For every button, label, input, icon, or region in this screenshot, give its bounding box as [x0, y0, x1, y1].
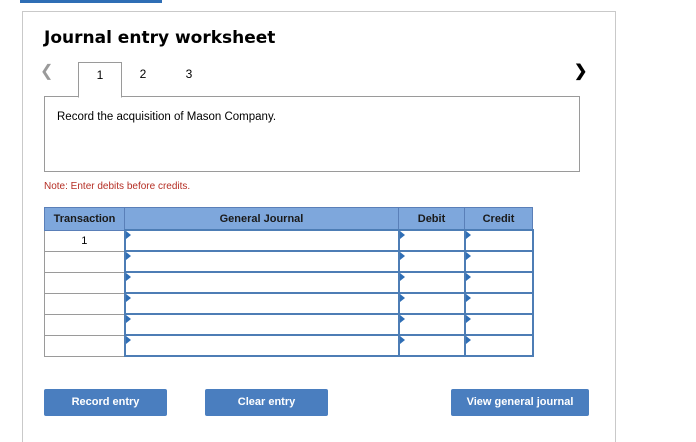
- dropdown-marker-icon: [125, 315, 131, 323]
- journal-table: Transaction General Journal Debit Credit…: [44, 207, 534, 357]
- page-title: Journal entry worksheet: [44, 28, 276, 48]
- dropdown-marker-icon: [399, 315, 405, 323]
- general-journal-input[interactable]: [123, 334, 400, 357]
- debit-input[interactable]: [397, 313, 466, 336]
- header-general-journal: General Journal: [124, 207, 399, 231]
- debit-input[interactable]: [397, 271, 466, 294]
- view-general-journal-button[interactable]: View general journal: [451, 389, 589, 416]
- general-journal-input[interactable]: [123, 313, 400, 336]
- chevron-right-icon[interactable]: ❯: [574, 62, 587, 82]
- dropdown-marker-icon: [125, 336, 131, 344]
- tab-2[interactable]: 2: [122, 62, 164, 96]
- dropdown-marker-icon: [465, 294, 471, 302]
- transaction-cell: [44, 271, 125, 294]
- table-row: [44, 292, 534, 315]
- record-entry-button[interactable]: Record entry: [44, 389, 167, 416]
- general-journal-input[interactable]: [123, 292, 400, 315]
- dropdown-marker-icon: [125, 294, 131, 302]
- credit-input[interactable]: [463, 292, 534, 315]
- dropdown-marker-icon: [465, 252, 471, 260]
- dropdown-marker-icon: [399, 252, 405, 260]
- debit-input[interactable]: [397, 292, 466, 315]
- description-text: Record the acquisition of Mason Company.: [57, 111, 277, 123]
- dropdown-marker-icon: [399, 231, 405, 239]
- debit-input[interactable]: [397, 250, 466, 273]
- table-row: [44, 271, 534, 294]
- clear-entry-button[interactable]: Clear entry: [205, 389, 328, 416]
- credit-input[interactable]: [463, 271, 534, 294]
- table-row: [44, 313, 534, 336]
- transaction-cell: [44, 334, 125, 357]
- credit-input[interactable]: [463, 334, 534, 357]
- header-credit: Credit: [464, 207, 533, 231]
- general-journal-input[interactable]: [123, 229, 400, 252]
- table-row: [44, 334, 534, 357]
- dropdown-marker-icon: [465, 273, 471, 281]
- credit-input[interactable]: [463, 313, 534, 336]
- dropdown-marker-icon: [465, 315, 471, 323]
- dropdown-marker-icon: [399, 336, 405, 344]
- top-accent-bar: [20, 0, 162, 3]
- transaction-cell: [44, 250, 125, 273]
- general-journal-input[interactable]: [123, 250, 400, 273]
- header-debit: Debit: [398, 207, 465, 231]
- tab-1[interactable]: 1: [78, 62, 122, 98]
- chevron-left-icon[interactable]: ❮: [40, 62, 53, 82]
- dropdown-marker-icon: [125, 273, 131, 281]
- dropdown-marker-icon: [399, 273, 405, 281]
- description-box: Record the acquisition of Mason Company.: [44, 97, 580, 172]
- transaction-cell: [44, 313, 125, 336]
- tab-3[interactable]: 3: [168, 62, 210, 96]
- dropdown-marker-icon: [399, 294, 405, 302]
- dropdown-marker-icon: [465, 231, 471, 239]
- table-row: 1: [44, 229, 534, 252]
- debit-input[interactable]: [397, 334, 466, 357]
- transaction-cell: 1: [44, 229, 125, 252]
- credit-input[interactable]: [463, 250, 534, 273]
- dropdown-marker-icon: [125, 252, 131, 260]
- table-row: [44, 250, 534, 273]
- header-transaction: Transaction: [44, 207, 125, 231]
- credit-input[interactable]: [463, 229, 534, 252]
- note-text: Note: Enter debits before credits.: [44, 181, 191, 192]
- dropdown-marker-icon: [465, 336, 471, 344]
- transaction-cell: [44, 292, 125, 315]
- dropdown-marker-icon: [125, 231, 131, 239]
- debit-input[interactable]: [397, 229, 466, 252]
- table-header-row: Transaction General Journal Debit Credit: [44, 207, 533, 231]
- general-journal-input[interactable]: [123, 271, 400, 294]
